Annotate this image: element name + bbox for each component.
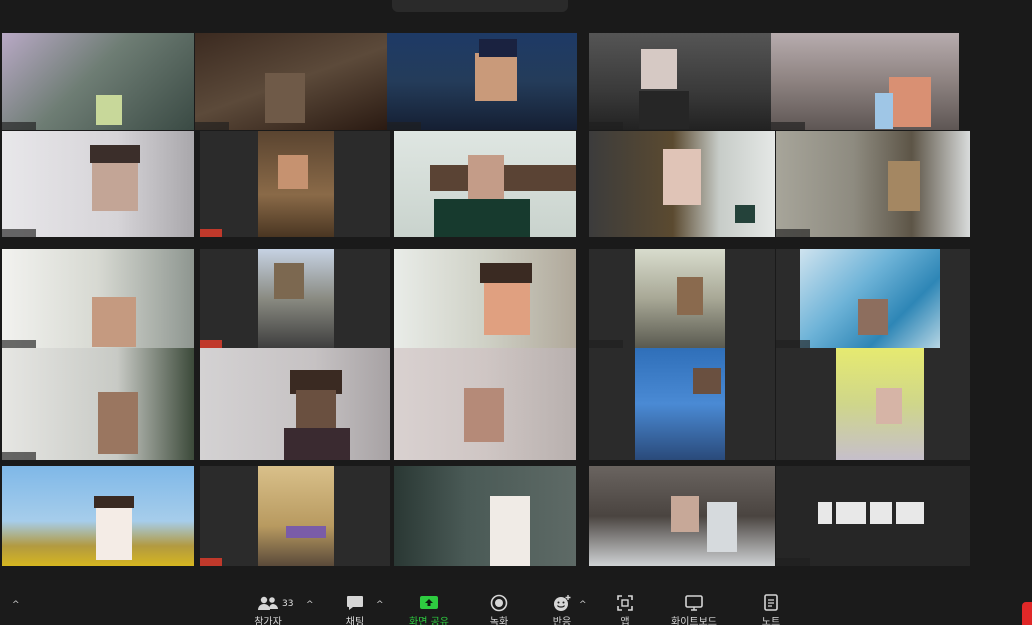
- video-tile[interactable]: [589, 131, 775, 237]
- video-tile[interactable]: [200, 249, 390, 348]
- chat-label: 채팅: [345, 617, 365, 625]
- video-tile[interactable]: [589, 249, 775, 348]
- reactions-caret-icon[interactable]: ^: [579, 600, 587, 610]
- reactions-label: 반응: [552, 617, 572, 625]
- meeting-window: ^ 참가자 33 ^ 채팅 ^ 화면 공유 녹화 반응 ^ 앱 화이트보드 노트: [0, 0, 1032, 625]
- video-tile[interactable]: [2, 131, 194, 237]
- top-bar-handle[interactable]: [392, 0, 568, 12]
- participant-count: 33: [282, 599, 294, 609]
- participant-name-plate: [818, 500, 930, 526]
- people-icon: [257, 594, 279, 612]
- whiteboard-label: 화이트보드: [671, 617, 717, 625]
- record-button[interactable]: 녹화: [469, 594, 529, 625]
- share-screen-label: 화면 공유: [409, 617, 449, 625]
- whiteboard-button[interactable]: 화이트보드: [664, 594, 724, 625]
- video-tile[interactable]: [2, 249, 194, 348]
- end-meeting-button[interactable]: [1022, 602, 1032, 625]
- video-tile[interactable]: [776, 131, 970, 237]
- record-icon: [488, 594, 510, 612]
- whiteboard-icon: [683, 594, 705, 612]
- share-screen-button[interactable]: 화면 공유: [399, 594, 459, 625]
- video-tile[interactable]: [200, 348, 390, 460]
- video-tile[interactable]: [776, 348, 970, 460]
- video-tile[interactable]: [2, 348, 194, 460]
- emoji-plus-icon: [551, 594, 573, 612]
- video-tile[interactable]: [776, 249, 970, 348]
- caret-up-icon[interactable]: ^: [12, 600, 20, 610]
- notes-icon: [760, 594, 782, 612]
- video-tile[interactable]: [2, 466, 194, 566]
- apps-button[interactable]: 앱: [595, 594, 655, 625]
- participants-label: 참가자: [254, 617, 282, 625]
- video-tile[interactable]: [394, 249, 576, 348]
- chat-bubble-icon: [344, 594, 366, 612]
- video-tile[interactable]: [394, 131, 576, 237]
- apps-icon: [614, 594, 636, 612]
- apps-label: 앱: [620, 617, 630, 625]
- video-tile[interactable]: [200, 466, 390, 566]
- video-tile[interactable]: [771, 33, 959, 130]
- notes-label: 노트: [761, 617, 781, 625]
- record-label: 녹화: [489, 617, 509, 625]
- video-tile[interactable]: [589, 466, 775, 566]
- video-tile[interactable]: [2, 33, 194, 130]
- participants-caret-icon[interactable]: ^: [306, 600, 314, 610]
- video-tile[interactable]: [589, 348, 775, 460]
- notes-button[interactable]: 노트: [741, 594, 801, 625]
- share-screen-icon: [418, 594, 440, 612]
- video-tile[interactable]: [394, 348, 576, 460]
- video-tile[interactable]: [200, 131, 390, 237]
- video-tile[interactable]: [195, 33, 387, 130]
- chat-caret-icon[interactable]: ^: [376, 600, 384, 610]
- video-tile[interactable]: [589, 33, 771, 130]
- video-tile[interactable]: [387, 33, 577, 130]
- video-tile[interactable]: [394, 466, 576, 566]
